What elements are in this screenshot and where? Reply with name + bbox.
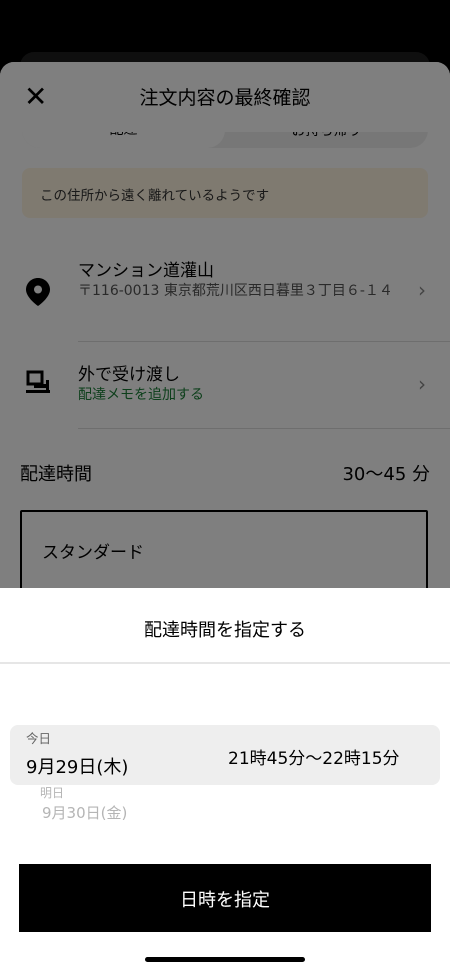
- schedule-bottom-sheet: 配達時間を指定する 今日 9月29日(木) 21時45分〜22時15分 明日 9…: [0, 588, 450, 972]
- next-day-label: 明日: [40, 786, 65, 800]
- home-indicator: [145, 957, 305, 962]
- set-datetime-button[interactable]: 日時を指定: [19, 864, 431, 932]
- schedule-sheet-title: 配達時間を指定する: [144, 620, 306, 641]
- divider: [0, 662, 450, 664]
- next-date[interactable]: 9月30日(金): [42, 802, 127, 823]
- selected-date[interactable]: 9月29日(木): [26, 753, 128, 779]
- set-datetime-button-label: 日時を指定: [180, 890, 270, 911]
- app-screen: ✕ 注文内容の最終確認 配達 お持ち帰り この住所から遠く離れているようです マ…: [0, 0, 450, 972]
- selected-day-label: 今日: [26, 731, 52, 746]
- selected-time-range[interactable]: 21時45分〜22時15分: [228, 744, 400, 769]
